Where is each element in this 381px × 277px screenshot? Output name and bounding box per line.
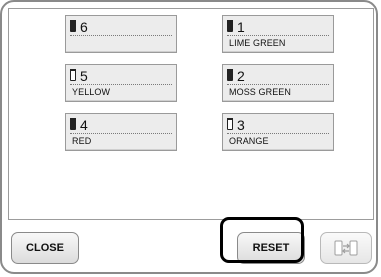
spool-number: 3 (237, 116, 245, 133)
spool-empty-icon (70, 69, 76, 81)
spool-number: 6 (80, 18, 88, 35)
spool-header: 1 (227, 18, 329, 36)
spool-slot-5[interactable]: 5 YELLOW (65, 64, 177, 102)
spool-slot-3[interactable]: 3 ORANGE (222, 113, 334, 151)
spool-color-name: YELLOW (72, 87, 111, 97)
spool-filled-icon (70, 20, 76, 32)
reset-highlight-frame (220, 217, 304, 263)
bottom-toolbar: CLOSE RESET (8, 224, 374, 270)
spool-grid-panel: 6 1 LIME GREEN 5 YELLOW 2 MOSS GREEN 4 R… (8, 8, 374, 220)
spool-color-name: MOSS GREEN (229, 87, 292, 97)
spool-number: 1 (237, 18, 245, 35)
spool-slot-1[interactable]: 1 LIME GREEN (222, 15, 334, 53)
spool-header: 3 (227, 116, 329, 134)
spool-color-name: ORANGE (229, 136, 269, 146)
spool-header: 6 (70, 18, 172, 36)
spool-number: 5 (80, 67, 88, 84)
spool-slot-4[interactable]: 4 RED (65, 113, 177, 151)
spool-color-name: RED (72, 136, 92, 146)
close-button[interactable]: CLOSE (11, 232, 79, 264)
swap-spools-icon (334, 240, 358, 256)
spool-number: 4 (80, 116, 88, 133)
spool-slot-2[interactable]: 2 MOSS GREEN (222, 64, 334, 102)
spool-empty-icon (227, 118, 233, 130)
swap-button[interactable] (320, 232, 372, 264)
spool-settings-screen: 6 1 LIME GREEN 5 YELLOW 2 MOSS GREEN 4 R… (0, 0, 378, 274)
spool-filled-icon (227, 69, 233, 81)
spool-color-name: LIME GREEN (229, 38, 286, 48)
spool-filled-icon (70, 118, 76, 130)
spool-header: 4 (70, 116, 172, 134)
spool-header: 5 (70, 67, 172, 85)
spool-number: 2 (237, 67, 245, 84)
spool-slot-6[interactable]: 6 (65, 15, 177, 53)
spool-filled-icon (227, 20, 233, 32)
spool-header: 2 (227, 67, 329, 85)
